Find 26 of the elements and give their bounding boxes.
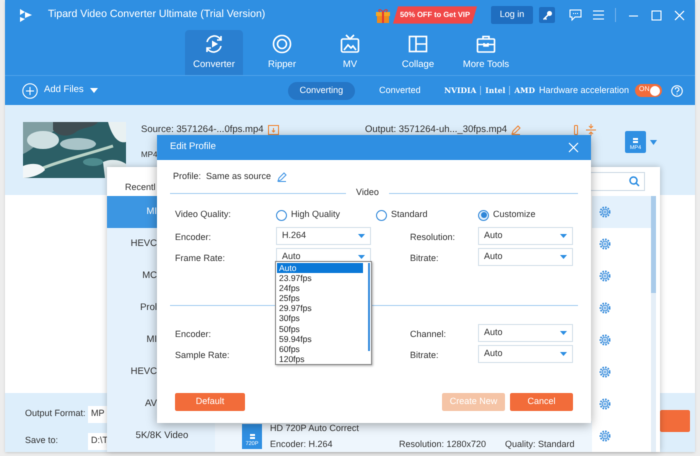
field-label: Encoder: (175, 329, 212, 339)
radio-label: Customize (493, 208, 536, 222)
preset-resolution: Resolution: 1280x720 (399, 438, 488, 450)
format-label: MP4 (141, 149, 158, 161)
section-heading: Video (355, 186, 380, 200)
field-label: Bitrate: (410, 253, 439, 263)
radio-label: High Quality (291, 208, 340, 222)
save-to-label: Save to: (25, 434, 60, 448)
field-label: Video Quality: (175, 208, 232, 222)
output-filename: Output: 3571264-uh..._30fps.mp4 (365, 122, 508, 137)
profile-name: Profile: Same as source (173, 170, 272, 184)
output-format-label: Output Format: (25, 407, 87, 420)
preset-name: HD 720P Auto Correct (270, 422, 360, 435)
radio-label: Standard (391, 208, 428, 222)
field-label: Frame Rate: (175, 253, 226, 263)
field-label: Resolution: (410, 232, 456, 242)
field-label: Sample Rate: (175, 350, 230, 360)
field-label: Bitrate: (410, 350, 439, 360)
field-label: Channel: (410, 329, 446, 339)
field-label: Encoder: (175, 232, 212, 242)
source-filename: Source: 3571264-...0fps.mp4 (141, 122, 264, 137)
preset-encoder: Encoder: H.264 (270, 438, 334, 450)
hardware-acceleration-label: Hardware acceleration (538, 84, 629, 97)
dialog-title: Edit Profile (170, 140, 216, 154)
preset-quality: Quality: Standard (505, 438, 575, 451)
window-title: Tipard Video Converter Ultimate (Trial Version) (48, 7, 266, 22)
